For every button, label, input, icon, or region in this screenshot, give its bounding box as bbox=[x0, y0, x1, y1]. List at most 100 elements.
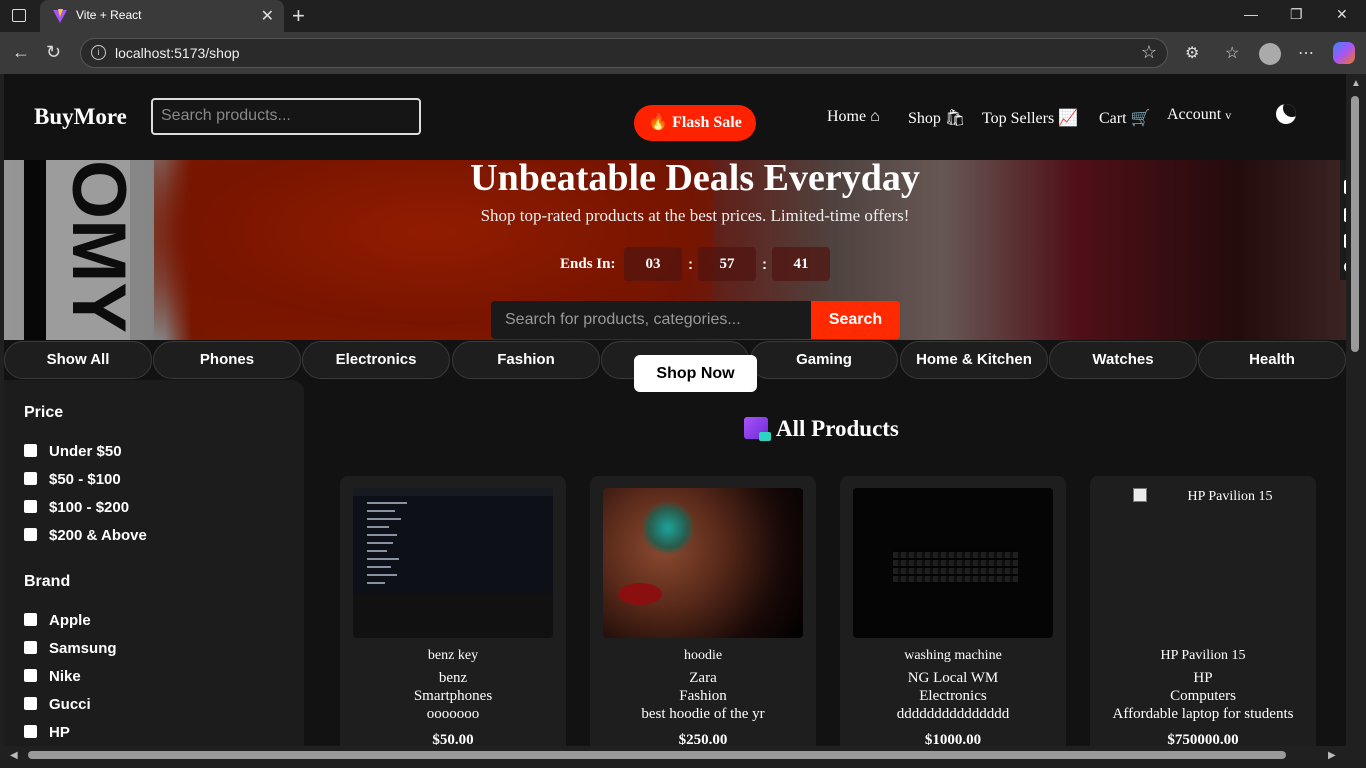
checkbox[interactable] bbox=[24, 444, 37, 457]
category-fashion[interactable]: Fashion bbox=[452, 341, 600, 379]
price-filter-option[interactable]: $50 - $100 bbox=[24, 471, 121, 488]
product-price: $1000.00 bbox=[924, 732, 982, 746]
browser-tab[interactable]: Vite + React ✕ bbox=[40, 0, 284, 32]
vertical-scrollbar-thumb[interactable] bbox=[1351, 96, 1359, 352]
broken-image-icon bbox=[1133, 488, 1148, 502]
nav-top-sellers-label: Top Sellers bbox=[982, 110, 1055, 127]
vertical-scrollbar[interactable]: ▲ bbox=[1346, 74, 1366, 746]
shop-now-button[interactable]: Shop Now bbox=[634, 355, 757, 392]
nav-cart-link[interactable]: Cart 🛒 bbox=[1099, 108, 1150, 128]
code-line bbox=[367, 534, 397, 536]
scroll-up-icon[interactable]: ▲ bbox=[1351, 78, 1361, 89]
product-image[interactable] bbox=[353, 488, 553, 638]
nav-shop-label: Shop bbox=[908, 110, 941, 127]
price-filter-label: $200 & Above bbox=[49, 527, 147, 544]
price-filter-option[interactable]: $100 - $200 bbox=[24, 499, 129, 516]
code-line bbox=[367, 550, 387, 552]
category-health[interactable]: Health bbox=[1198, 341, 1346, 379]
product-brand: Zara bbox=[689, 670, 717, 686]
category-home-kitchen[interactable]: Home & Kitchen bbox=[900, 341, 1048, 379]
countdown-seconds: 41 bbox=[772, 247, 830, 281]
products-heading-text: All Products bbox=[776, 416, 899, 441]
checkbox[interactable] bbox=[24, 500, 37, 513]
checkbox[interactable] bbox=[24, 472, 37, 485]
shopping-bags-icon bbox=[744, 417, 771, 441]
category-electronics[interactable]: Electronics bbox=[302, 341, 450, 379]
category-gaming[interactable]: Gaming bbox=[750, 341, 898, 379]
minimize-icon[interactable]: — bbox=[1244, 6, 1258, 22]
more-menu-icon[interactable]: ⋯ bbox=[1298, 43, 1314, 63]
nav-top-sellers-link[interactable]: Top Sellers 📈 bbox=[982, 108, 1078, 128]
checkbox[interactable] bbox=[24, 669, 37, 682]
product-image-broken[interactable]: HP Pavilion 15 bbox=[1103, 488, 1303, 505]
brand-filter-option[interactable]: Samsung bbox=[24, 640, 117, 657]
product-card[interactable]: hoodie Zara Fashion best hoodie of the y… bbox=[590, 476, 816, 746]
product-card[interactable]: benz key benz Smartphones ooooooo $50.00 bbox=[340, 476, 566, 746]
countdown-separator: : bbox=[762, 256, 767, 273]
code-image-panel bbox=[353, 594, 553, 638]
chevron-down-icon: v bbox=[1225, 108, 1232, 122]
address-bar[interactable]: i localhost:5173/shop ☆ bbox=[80, 38, 1168, 68]
close-window-icon[interactable]: ✕ bbox=[1336, 6, 1348, 23]
back-icon[interactable]: ← bbox=[12, 42, 30, 63]
extensions-icon[interactable]: ⚙ bbox=[1185, 43, 1199, 63]
checkbox[interactable] bbox=[24, 697, 37, 710]
product-name: HP Pavilion 15 bbox=[1160, 648, 1246, 663]
nav-home-link[interactable]: Home ⌂ bbox=[827, 108, 880, 126]
new-tab-icon[interactable]: + bbox=[292, 3, 305, 29]
product-image[interactable] bbox=[603, 488, 803, 638]
close-tab-icon[interactable]: ✕ bbox=[261, 6, 274, 26]
product-image[interactable] bbox=[853, 488, 1053, 638]
copilot-icon[interactable] bbox=[1333, 42, 1355, 64]
checkbox[interactable] bbox=[24, 613, 37, 626]
product-price: $50.00 bbox=[432, 732, 474, 746]
category-show-all[interactable]: Show All bbox=[4, 341, 152, 379]
checkbox[interactable] bbox=[24, 641, 37, 654]
category-phones[interactable]: Phones bbox=[153, 341, 301, 379]
nav-shop-link[interactable]: Shop 🛍 bbox=[908, 108, 965, 128]
price-filter-label: $50 - $100 bbox=[49, 471, 121, 488]
brand-filter-option[interactable]: Gucci bbox=[24, 696, 91, 713]
product-brand: NG Local WM bbox=[907, 670, 999, 686]
product-card[interactable]: HP Pavilion 15 HP Pavilion 15 HP Compute… bbox=[1090, 476, 1316, 746]
favorites-icon[interactable]: ☆ bbox=[1225, 43, 1239, 63]
product-price: $750000.00 bbox=[1167, 732, 1239, 746]
site-navbar: BuyMore Search products... 🔥 Flash Sale … bbox=[4, 74, 1346, 160]
site-info-icon[interactable]: i bbox=[91, 45, 106, 60]
category-watches[interactable]: Watches bbox=[1049, 341, 1197, 379]
product-card[interactable]: washing machine NG Local WM Electronics … bbox=[840, 476, 1066, 746]
brand-filter-option[interactable]: HP bbox=[24, 724, 70, 741]
tab-actions-icon[interactable] bbox=[12, 9, 26, 22]
countdown-separator: : bbox=[688, 256, 693, 273]
reload-icon[interactable]: ↻ bbox=[46, 42, 61, 63]
nav-account-link[interactable]: Account v bbox=[1167, 106, 1231, 124]
price-filter-option[interactable]: $200 & Above bbox=[24, 527, 147, 544]
profile-avatar[interactable] bbox=[1259, 43, 1281, 65]
price-filter-option[interactable]: Under $50 bbox=[24, 443, 122, 460]
product-description: ddddddddddddddd bbox=[896, 706, 1010, 722]
countdown-hours: 03 bbox=[624, 247, 682, 281]
products-heading: All Products bbox=[744, 416, 899, 442]
flash-sale-button[interactable]: 🔥 Flash Sale bbox=[634, 105, 756, 141]
dark-mode-toggle-icon[interactable] bbox=[1276, 104, 1296, 124]
scroll-left-icon[interactable]: ◀ bbox=[10, 750, 18, 761]
brand-filter-option[interactable]: Apple bbox=[24, 612, 91, 629]
checkbox[interactable] bbox=[24, 725, 37, 738]
brand-filter-option[interactable]: Nike bbox=[24, 668, 81, 685]
face-lips-detail bbox=[618, 583, 662, 605]
hero-search-button[interactable]: Search bbox=[811, 301, 900, 339]
nav-search-input[interactable]: Search products... bbox=[151, 98, 421, 135]
hero-search-input[interactable]: Search for products, categories... bbox=[491, 301, 811, 339]
brand-filter-label: Nike bbox=[49, 668, 81, 685]
checkbox[interactable] bbox=[24, 528, 37, 541]
price-filter-heading: Price bbox=[24, 404, 64, 421]
maximize-icon[interactable]: ❐ bbox=[1290, 6, 1303, 23]
chart-icon: 📈 bbox=[1058, 110, 1079, 127]
scroll-right-icon[interactable]: ▶ bbox=[1328, 750, 1336, 761]
horizontal-scrollbar-thumb[interactable] bbox=[28, 751, 1286, 759]
horizontal-scrollbar[interactable]: ◀ ▶ bbox=[0, 746, 1346, 768]
home-icon: ⌂ bbox=[870, 108, 880, 125]
favorite-star-icon[interactable]: ☆ bbox=[1141, 42, 1157, 63]
product-name: washing machine bbox=[904, 648, 1002, 663]
logo[interactable]: BuyMore bbox=[34, 104, 127, 130]
